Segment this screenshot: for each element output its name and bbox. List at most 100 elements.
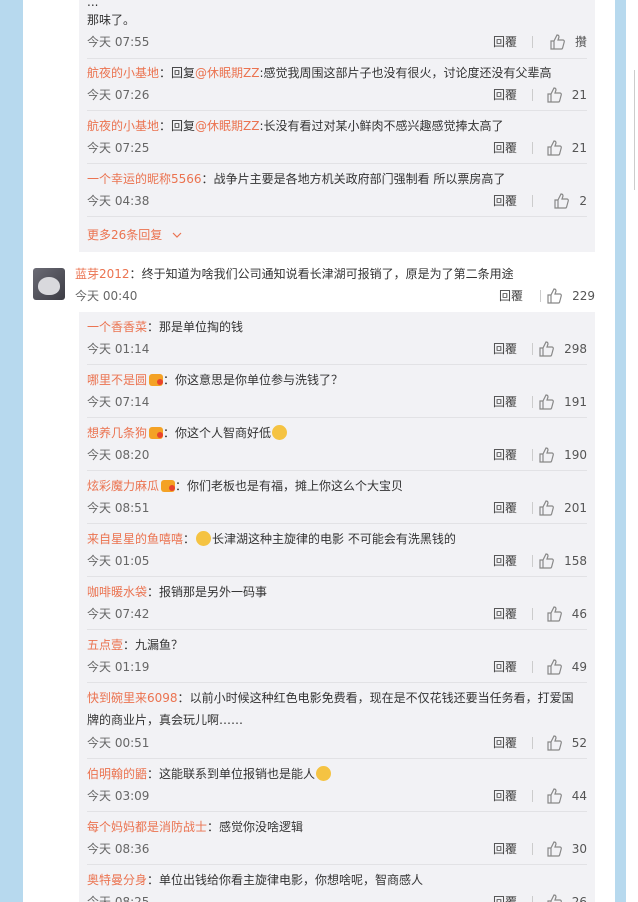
reply-button[interactable]: 回覆 [493,733,517,753]
right-sidebar-strip [626,0,638,902]
like-button[interactable]: 229 [546,286,595,306]
reply-nick[interactable]: 航夜的小基地 [87,119,159,133]
reply-nick[interactable]: 快到碗里来6098 [87,691,178,705]
thumbs-up-icon [539,341,554,357]
thumbs-up-icon [547,87,562,103]
like-button[interactable]: 2 [553,191,587,211]
thumbs-up-icon [547,841,562,857]
more-replies-label: 更多26条回复 [87,228,163,242]
more-replies-link[interactable]: 更多26条回复 [87,225,182,245]
like-button[interactable]: 49 [546,657,587,677]
like-count: 191 [564,395,587,409]
reply-button[interactable]: 回覆 [493,839,517,859]
colon: ： [123,638,136,652]
divider [87,682,587,683]
comment-nick[interactable]: 蓝芽2012 [75,267,130,281]
reply-nick[interactable]: 奥特曼分身 [87,873,147,887]
colon: ： [159,66,172,80]
divider [87,576,587,577]
like-button[interactable]: 30 [546,839,587,859]
reply-text: 战争片主要是各地方机关政府部门强制看 所以票房高了 [213,172,506,186]
reply-nick[interactable]: 炫彩魔力麻瓜 [87,479,159,493]
reply-button[interactable]: 回覆 [493,85,517,105]
like-button[interactable]: 26 [546,892,587,902]
mention-link[interactable]: @休眠期ZZ [195,66,259,80]
reply-text-continued: 牌的商业片，真会玩儿啊…… [87,713,244,727]
reply-time: 今天 08:36 [87,842,150,856]
reply-nick[interactable]: 伯明翰的鼯 [87,767,147,781]
thumbs-up-icon [547,788,562,804]
divider [87,523,587,524]
like-count: 30 [571,842,587,856]
divider [532,449,533,461]
like-count: 190 [564,448,587,462]
like-button[interactable]: 44 [546,786,587,806]
like-button[interactable]: 21 [546,138,587,158]
reply-button[interactable]: 回覆 [493,657,517,677]
like-button[interactable]: 158 [538,551,587,571]
reply-nick[interactable]: 一个香香菜 [87,320,147,334]
reply-button[interactable]: 回覆 [493,786,517,806]
reply-time: 今天 07:42 [87,607,150,621]
reply-text: 你这意思是你单位参与洗钱了？ [175,373,344,387]
reply-text: 单位出钱给你看主旋律电影，你想啥呢，智商感人 [159,873,424,887]
reply-nick[interactable]: 一个幸运的昵称5566 [87,172,202,186]
like-count: 21 [571,88,587,102]
reply-button[interactable]: 回覆 [493,551,517,571]
divider [532,608,533,620]
like-button[interactable]: 191 [538,392,587,412]
like-button[interactable]: 46 [546,604,587,624]
reply-button[interactable]: 回覆 [493,392,517,412]
like-button[interactable]: 21 [546,85,587,105]
reply-nick[interactable]: 来自星星的鱼嘻嘻 [87,532,183,546]
reply-button[interactable]: 回覆 [493,191,517,211]
colon: ： [207,820,220,834]
divider [87,470,587,471]
like-button[interactable]: 298 [538,339,587,359]
reply-button[interactable]: 回覆 [493,138,517,158]
reply-button[interactable]: 回覆 [493,892,517,902]
colon: ： [159,119,172,133]
reply-nick[interactable]: 哪里不是圆 [87,373,147,387]
mention-link[interactable]: @休眠期ZZ [195,119,259,133]
reply-button[interactable]: 回覆 [493,32,517,52]
reply-nick[interactable]: 咖啡暖水袋 [87,585,147,599]
reply-nick[interactable]: 航夜的小基地 [87,66,159,80]
reply-text: 你们老板也是有福，摊上你这么个大宝贝 [187,479,404,493]
colon: ： [175,479,188,493]
reply-text: 长津湖这种主旋律的电影 不可能会有洗黑钱的 [212,532,456,546]
reply-time: 今天 00:51 [87,736,150,750]
reply-text: 九漏鱼？ [135,638,184,652]
reply-button[interactable]: 回覆 [493,604,517,624]
like-button[interactable]: 190 [538,445,587,465]
reply-text: 这能联系到单位报销也是能人 [159,767,316,781]
thumbs-up-icon [547,606,562,622]
reply-button[interactable]: 回覆 [499,286,523,306]
colon: ： [163,426,176,440]
divider [532,36,533,48]
avatar[interactable] [33,268,65,300]
divider [532,142,533,154]
reply-nick[interactable]: 五点壹 [87,638,123,652]
reply-button[interactable]: 回覆 [493,498,517,518]
divider [87,216,587,217]
divider [532,790,533,802]
colon: ： [183,532,196,546]
vip-badge-icon [149,374,164,386]
like-button[interactable]: 52 [546,733,587,753]
reply-nick[interactable]: 每个妈妈都是消防战士 [87,820,207,834]
like-count: 158 [564,554,587,568]
comment-text: 终于知道为啥我们公司通知说看长津湖可报销了，原是为了第二条用途 [141,267,514,281]
like-button[interactable]: 201 [538,498,587,518]
like-count: 49 [571,660,587,674]
like-count: 201 [564,501,587,515]
thumbs-up-icon [547,894,562,902]
reply-button[interactable]: 回覆 [493,339,517,359]
reply-time: 今天 07:25 [87,141,150,155]
reply-time: 今天 01:05 [87,554,150,568]
reply-nick[interactable]: 想养几条狗 [87,426,147,440]
reply-button[interactable]: 回覆 [493,445,517,465]
thumbs-up-icon [554,193,570,209]
like-button[interactable]: 攢 [549,32,587,52]
divider [634,70,635,190]
